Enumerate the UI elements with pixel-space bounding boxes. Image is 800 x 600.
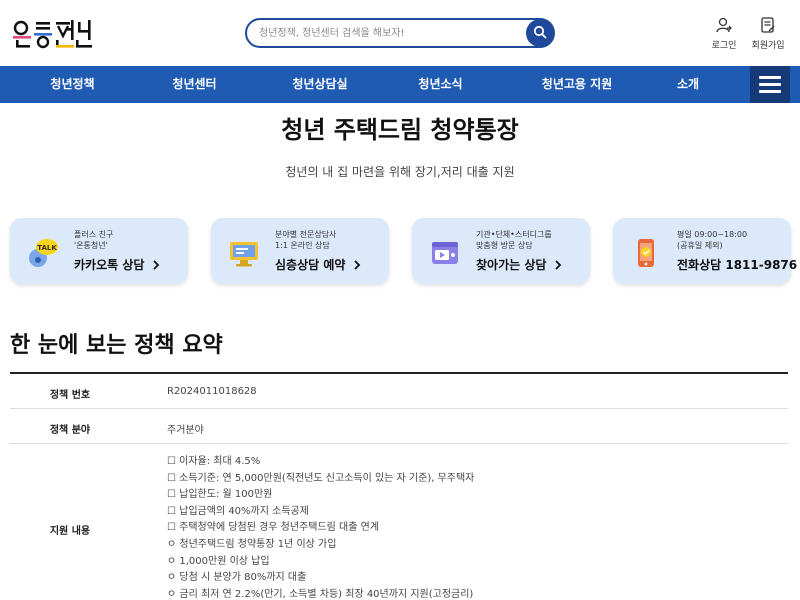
row-label: 정책 분야 (49, 425, 91, 436)
summary-title: 한 눈에 보는 정책 요약 (10, 333, 223, 358)
nav-item-youth-employment[interactable]: 청년고용 지원 (512, 66, 642, 103)
card-description: 분야별 전문상담사 1:1 온라인 상담 (275, 229, 385, 251)
site-header: 로그인 회원가입 (0, 0, 800, 66)
login-label: 로그인 (711, 41, 737, 51)
hamburger-icon-bar (759, 83, 781, 86)
list-item: ☐ 주택청약에 당첨된 경우 청년주택드림 대출 연계 (167, 522, 380, 534)
signup-icon (759, 16, 777, 34)
list-item: ㅇ 금리 최저 연 2.2%(만기, 소득별 차등) 최장 40년까지 지원(고… (167, 588, 474, 600)
card-line: 플러스 친구 (74, 230, 114, 239)
support-content-list: ☐ 이자율: 최대 4.5% ☐ 소득기준: 연 5,000만원(직전년도 신고… (167, 454, 474, 600)
chevron-right-icon (551, 258, 562, 272)
card-line: 기관•단체•스터디그룹 (476, 230, 552, 239)
card-description: 기관•단체•스터디그룹 맞춤형 방문 상담 (476, 229, 586, 251)
card-line: (공휴일 제외) (677, 241, 723, 250)
page-subtitle: 청년의 내 집 마련을 위해 장기,저리 대출 지원 (285, 165, 515, 179)
online-consult-card[interactable]: 분야별 전문상담사 1:1 온라인 상담 심층상담 예약 (211, 218, 389, 284)
search-input[interactable] (259, 24, 519, 42)
chevron-right-icon (350, 258, 361, 272)
row-label: 지원 내용 (49, 526, 91, 537)
card-title: 심층상담 예약 (275, 256, 361, 273)
svg-text:TALK: TALK (37, 244, 57, 252)
nav-item-youth-counsel[interactable]: 청년상담실 (265, 66, 375, 103)
login-button[interactable]: 로그인 (704, 16, 744, 51)
hamburger-icon-bar (759, 76, 781, 79)
search-bar (245, 18, 555, 48)
card-line: 평일 09:00~18:00 (677, 230, 748, 239)
card-title: 카카오톡 상담 (74, 256, 160, 273)
list-item: ☐ 납입금액의 40%까지 소득공제 (167, 505, 309, 517)
hamburger-menu-button[interactable] (750, 66, 790, 103)
search-button[interactable] (526, 19, 554, 47)
nav-item-about[interactable]: 소개 (653, 66, 723, 103)
signup-button[interactable]: 회원가입 (748, 16, 788, 51)
page-title: 청년 주택드림 청약통장 (281, 116, 519, 144)
list-item: ㅇ 청년주택드림 청약통장 1년 이상 가입 (167, 538, 337, 550)
site-logo[interactable] (12, 18, 94, 50)
list-item: ☐ 납입한도: 월 100만원 (167, 489, 273, 501)
phone-consult-card[interactable]: 평일 09:00~18:00 (공휴일 제외) 전화상담 1811-9876 (613, 218, 797, 284)
chevron-right-icon (149, 258, 160, 272)
card-title-text: 카카오톡 상담 (74, 258, 145, 272)
main-nav: 청년정책 청년센터 청년상담실 청년소식 청년고용 지원 소개 (0, 66, 800, 103)
row-value: R2024011018628 (167, 386, 257, 397)
table-row: 지원 내용 ☐ 이자율: 최대 4.5% ☐ 소득기준: 연 5,000만원(직… (10, 444, 788, 600)
card-description: 플러스 친구 '온통청년' (74, 229, 184, 251)
card-title-text: 심층상담 예약 (275, 258, 346, 272)
signup-label: 회원가입 (751, 41, 785, 51)
hamburger-icon-bar (759, 90, 781, 93)
card-title-text: 찾아가는 상담 (476, 258, 547, 272)
nav-item-youth-news[interactable]: 청년소식 (388, 66, 493, 103)
card-line: 1:1 온라인 상담 (275, 241, 330, 250)
nav-item-youth-policy[interactable]: 청년정책 (20, 66, 125, 103)
online-consult-icon (227, 236, 261, 270)
list-item: ☐ 소득기준: 연 5,000만원(직전년도 신고소득이 있는 자 기준), 무… (167, 472, 475, 484)
search-icon (533, 24, 547, 43)
policy-summary-table: 정책 번호 R2024011018628 정책 분야 주거분야 지원 내용 ☐ … (10, 372, 788, 600)
card-title-text: 전화상담 1811-9876 (677, 258, 798, 272)
card-line: '온통청년' (74, 241, 108, 250)
table-row: 정책 번호 R2024011018628 (10, 374, 788, 409)
card-description: 평일 09:00~18:00 (공휴일 제외) (677, 229, 787, 251)
card-title: 전화상담 1811-9876 (677, 256, 800, 273)
list-item: ㅇ 당첨 시 분양가 80%까지 대출 (167, 572, 307, 584)
row-label: 정책 번호 (49, 390, 91, 401)
card-title: 찾아가는 상담 (476, 256, 562, 273)
kakaotalk-icon: TALK (26, 236, 60, 270)
nav-item-youth-center[interactable]: 청년센터 (142, 66, 247, 103)
row-value: 주거분야 (167, 425, 204, 436)
visit-consult-card[interactable]: 기관•단체•스터디그룹 맞춤형 방문 상담 찾아가는 상담 (412, 218, 590, 284)
list-item: ㅇ 1,000만원 이상 납입 (167, 555, 270, 567)
table-row: 정책 분야 주거분야 (10, 409, 788, 444)
card-line: 분야별 전문상담사 (275, 230, 337, 239)
user-icon (715, 16, 733, 34)
phone-icon (629, 236, 663, 270)
visit-consult-icon (428, 236, 462, 270)
card-line: 맞춤형 방문 상담 (476, 241, 533, 250)
kakaotalk-consult-card[interactable]: TALK 플러스 친구 '온통청년' 카카오톡 상담 (10, 218, 188, 284)
list-item: ☐ 이자율: 최대 4.5% (167, 456, 261, 467)
